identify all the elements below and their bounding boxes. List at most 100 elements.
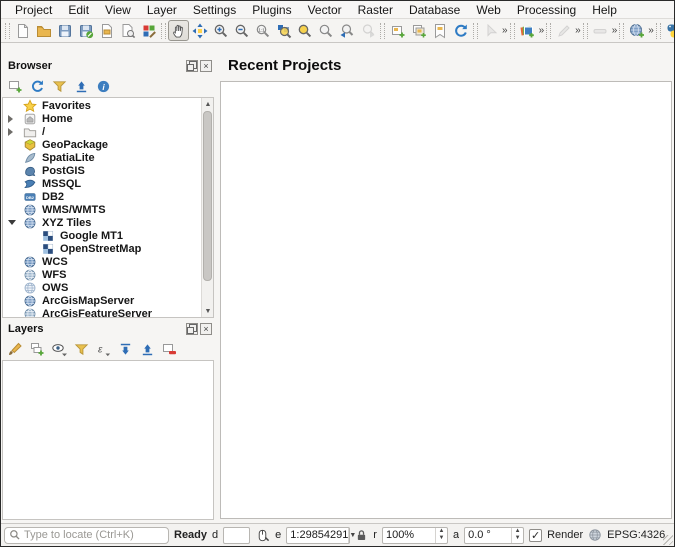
toolbar-overflow-button[interactable]: » <box>647 25 654 36</box>
recent-projects-list[interactable] <box>220 81 672 519</box>
toolbar-overflow-button[interactable]: » <box>538 25 545 36</box>
browser-item-arcgismapserver[interactable]: ArcGisMapServer <box>3 294 213 307</box>
toolbar-drag-handle[interactable] <box>510 23 515 39</box>
toolbar-drag-handle[interactable] <box>619 23 624 39</box>
lock-scale-button[interactable] <box>355 529 368 542</box>
menu-raster[interactable]: Raster <box>350 1 401 19</box>
browser-collapse-all-button[interactable] <box>71 76 91 96</box>
coordinate-input[interactable] <box>223 527 250 544</box>
new-print-layout-button[interactable] <box>96 20 117 41</box>
scrollbar-thumb[interactable] <box>203 111 212 281</box>
new-project-button[interactable] <box>12 20 33 41</box>
toolbar-overflow-button[interactable]: » <box>574 25 581 36</box>
browser-item-wcs[interactable]: WCS <box>3 255 213 268</box>
locator-box[interactable] <box>4 527 169 544</box>
browser-item-mssql[interactable]: MSSQL <box>3 177 213 190</box>
spinner-arrows-icon[interactable]: ▲▼ <box>511 528 523 543</box>
render-checkbox[interactable]: ✓ <box>529 529 542 542</box>
browser-item-favorites[interactable]: Favorites <box>3 99 213 112</box>
new-3d-map-view-button[interactable] <box>408 20 429 41</box>
metasearch-button[interactable] <box>626 20 647 41</box>
scale-combobox[interactable]: 1:29854291▼ <box>286 527 350 544</box>
browser-item-home[interactable]: Home <box>3 112 213 125</box>
zoom-out-button[interactable] <box>231 20 252 41</box>
manage-map-themes-button[interactable] <box>49 339 69 359</box>
toolbar-drag-handle[interactable] <box>656 23 661 39</box>
filter-browser-button[interactable] <box>49 76 69 96</box>
zoom-next-button[interactable] <box>357 20 378 41</box>
zoom-full-button[interactable] <box>273 20 294 41</box>
toolbar-drag-handle[interactable] <box>161 23 166 39</box>
menu-database[interactable]: Database <box>401 1 468 19</box>
browser-refresh-button[interactable] <box>27 76 47 96</box>
zoom-to-selection-button[interactable] <box>294 20 315 41</box>
layers-list[interactable] <box>2 360 214 520</box>
identify-features-button[interactable] <box>480 20 501 41</box>
expand-all-button[interactable] <box>115 339 135 359</box>
browser-item-google-mt1[interactable]: Google MT1 <box>3 229 213 242</box>
browser-item-geopackage[interactable]: GeoPackage <box>3 138 213 151</box>
measure-button[interactable] <box>590 20 611 41</box>
browser-item-db2[interactable]: DB2DB2 <box>3 190 213 203</box>
menu-web[interactable]: Web <box>468 1 508 19</box>
menu-view[interactable]: View <box>97 1 139 19</box>
layers-float-button[interactable] <box>186 323 198 335</box>
remove-layer-button[interactable] <box>159 339 179 359</box>
browser-item-root[interactable]: / <box>3 125 213 138</box>
add-selected-layers-button[interactable] <box>5 76 25 96</box>
toolbar-drag-handle[interactable] <box>546 23 551 39</box>
refresh-button[interactable] <box>450 20 471 41</box>
rotation-spinbox[interactable]: 0.0 °▲▼ <box>464 527 524 544</box>
browser-float-button[interactable] <box>186 60 198 72</box>
toggle-extents-button[interactable] <box>255 528 270 543</box>
toolbar-overflow-button[interactable]: » <box>501 25 508 36</box>
expand-icon[interactable] <box>8 115 13 123</box>
new-map-view-button[interactable] <box>387 20 408 41</box>
browser-item-arcgisfeatureserver[interactable]: ArcGisFeatureServer <box>3 307 213 318</box>
zoom-to-layer-button[interactable] <box>315 20 336 41</box>
browser-scrollbar[interactable]: ▲ ▼ <box>201 98 213 317</box>
layout-manager-button[interactable] <box>117 20 138 41</box>
bookmarks-button[interactable] <box>429 20 450 41</box>
scroll-down-icon[interactable]: ▼ <box>202 305 214 317</box>
menu-settings[interactable]: Settings <box>185 1 244 19</box>
crs-button[interactable] <box>588 528 602 542</box>
menu-vector[interactable]: Vector <box>300 1 350 19</box>
toolbar-drag-handle[interactable] <box>473 23 478 39</box>
menu-help[interactable]: Help <box>584 1 625 19</box>
browser-item-spatialite[interactable]: SpatiaLite <box>3 151 213 164</box>
expand-icon[interactable] <box>8 128 13 136</box>
toolbar-drag-handle[interactable] <box>380 23 385 39</box>
pan-map-button[interactable] <box>168 20 189 41</box>
menu-processing[interactable]: Processing <box>509 1 584 19</box>
toggle-editing-button[interactable] <box>553 20 574 41</box>
filter-by-expression-button[interactable]: ε <box>93 339 113 359</box>
browser-item-openstreetmap[interactable]: OpenStreetMap <box>3 242 213 255</box>
filter-legend-button[interactable] <box>71 339 91 359</box>
menu-layer[interactable]: Layer <box>139 1 185 19</box>
browser-item-xyz-tiles[interactable]: XYZ Tiles <box>3 216 213 229</box>
toolbar-drag-handle[interactable] <box>5 23 10 39</box>
menu-plugins[interactable]: Plugins <box>244 1 299 19</box>
zoom-in-button[interactable] <box>210 20 231 41</box>
magnifier-spinbox[interactable]: 100%▲▼ <box>382 527 448 544</box>
browser-item-postgis[interactable]: PostGIS <box>3 164 213 177</box>
browser-close-button[interactable]: × <box>200 60 212 72</box>
locator-input[interactable] <box>24 529 154 541</box>
zoom-last-button[interactable] <box>336 20 357 41</box>
spinner-arrows-icon[interactable]: ▲▼ <box>435 528 447 543</box>
open-layer-styling-button[interactable] <box>5 339 25 359</box>
resize-grip[interactable] <box>663 535 673 545</box>
pan-to-selection-button[interactable] <box>189 20 210 41</box>
zoom-native-button[interactable]: 1:1 <box>252 20 273 41</box>
menu-project[interactable]: Project <box>7 1 60 19</box>
layers-close-button[interactable]: × <box>200 323 212 335</box>
browser-item-wfs[interactable]: WFS <box>3 268 213 281</box>
layers-collapse-all-button[interactable] <box>137 339 157 359</box>
collapse-icon[interactable] <box>8 220 16 225</box>
toolbar-drag-handle[interactable] <box>583 23 588 39</box>
browser-item-wms-wmts[interactable]: WMS/WMTS <box>3 203 213 216</box>
browser-item-ows[interactable]: OWS <box>3 281 213 294</box>
style-manager-button[interactable] <box>138 20 159 41</box>
data-source-manager-button[interactable] <box>517 20 538 41</box>
